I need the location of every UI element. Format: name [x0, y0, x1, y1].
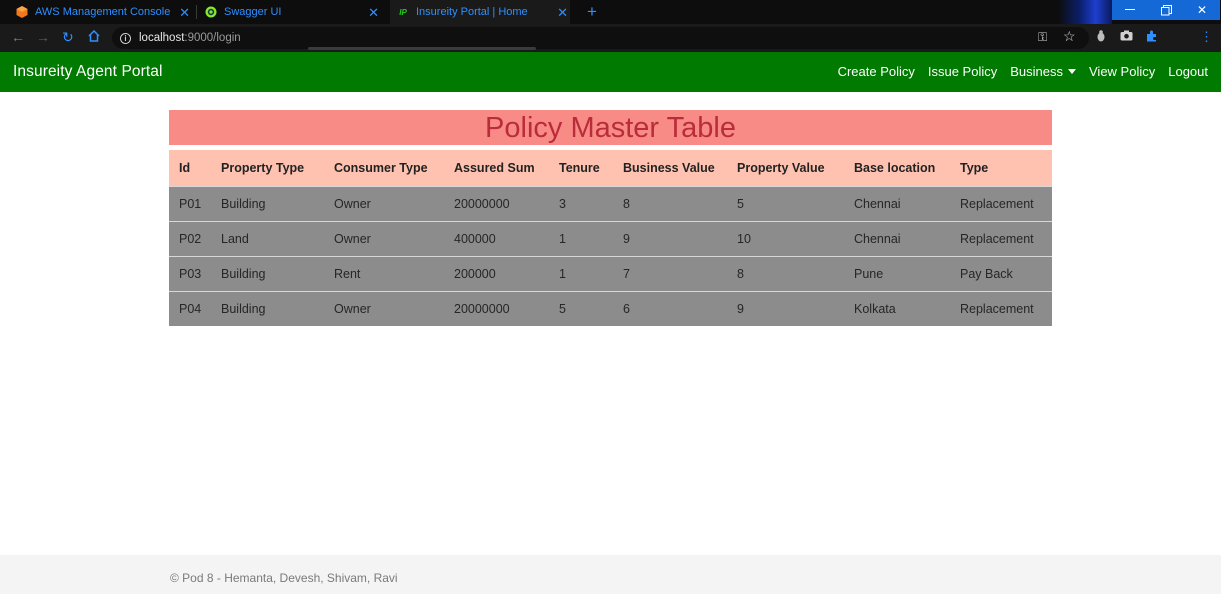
bookmark-star-icon[interactable]: ☆ [1063, 28, 1076, 45]
cell-assured-sum: 200000 [454, 266, 496, 281]
cell-tenure: 3 [559, 196, 566, 211]
close-tab-icon[interactable]: ✕ [179, 5, 190, 21]
cell-id: P01 [179, 196, 202, 211]
table-row: P04 Building Owner 20000000 5 6 9 Kolkat… [169, 291, 1052, 326]
cell-business-value: 9 [623, 231, 630, 246]
page-title: Policy Master Table [169, 110, 1052, 145]
brand-title[interactable]: Insureity Agent Portal [13, 63, 163, 81]
menu-kebab-icon[interactable]: ⋮ [1200, 29, 1213, 45]
nav-view-policy[interactable]: View Policy [1089, 64, 1155, 79]
new-tab-icon[interactable]: + [587, 2, 597, 22]
cell-consumer-type: Owner [334, 231, 371, 246]
cell-assured-sum: 20000000 [454, 196, 510, 211]
cell-property-value: 5 [737, 196, 744, 211]
browser-tab-strip: AWS Management Console ✕ Swagger UI ✕ IP… [0, 0, 1221, 24]
page-load-indicator [308, 47, 536, 50]
table-row: P02 Land Owner 400000 1 9 10 Chennai Rep… [169, 221, 1052, 256]
tab-title: Insureity Portal | Home [416, 6, 528, 18]
page-footer: © Pod 8 - Hemanta, Devesh, Shivam, Ravi [0, 555, 1221, 594]
cell-property-value: 10 [737, 231, 751, 246]
cell-type: Pay Back [960, 266, 1013, 281]
cell-property-value: 9 [737, 301, 744, 316]
nav-logout[interactable]: Logout [1168, 64, 1208, 79]
desktop-background [1058, 0, 1112, 24]
cell-assured-sum: 400000 [454, 231, 496, 246]
nav-business-dropdown[interactable]: Business [1010, 64, 1076, 79]
cell-id: P02 [179, 231, 202, 246]
extensions-puzzle-icon[interactable] [1146, 30, 1158, 45]
close-window-icon[interactable]: ✕ [1184, 0, 1220, 20]
column-header: Consumer Type [334, 160, 428, 175]
column-header: Business Value [623, 160, 715, 175]
cell-property-value: 8 [737, 266, 744, 281]
column-header: Property Type [221, 160, 305, 175]
browser-tab-insureity[interactable]: IP Insureity Portal | Home ✕ [390, 0, 570, 24]
browser-tab-swagger[interactable]: Swagger UI ✕ [205, 0, 379, 24]
column-header: Type [960, 160, 989, 175]
cell-property-type: Land [221, 231, 249, 246]
key-icon[interactable]: ⚿ [1038, 30, 1047, 45]
tab-title: AWS Management Console [35, 6, 171, 18]
cell-property-type: Building [221, 301, 266, 316]
tab-title: Swagger UI [224, 6, 282, 18]
cell-base-location: Chennai [854, 196, 901, 211]
cell-property-type: Building [221, 266, 266, 281]
cell-business-value: 7 [623, 266, 630, 281]
main-content: Policy Master Table Id Property Type Con… [169, 110, 1052, 326]
home-icon[interactable] [88, 29, 100, 45]
cell-tenure: 5 [559, 301, 566, 316]
policy-table: Id Property Type Consumer Type Assured S… [169, 150, 1052, 326]
cell-type: Replacement [960, 301, 1034, 316]
column-header: Assured Sum [454, 160, 535, 175]
cell-tenure: 1 [559, 231, 566, 246]
aws-cube-icon [16, 6, 28, 18]
cell-assured-sum: 20000000 [454, 301, 510, 316]
nav-links: Create Policy Issue Policy Business View… [825, 64, 1208, 79]
forward-arrow-icon[interactable]: → [36, 29, 50, 45]
close-tab-icon[interactable]: ✕ [368, 5, 379, 21]
column-header: Tenure [559, 160, 600, 175]
restore-icon[interactable] [1148, 0, 1184, 20]
table-row: P03 Building Rent 200000 1 7 8 Pune Pay … [169, 256, 1052, 291]
back-arrow-icon[interactable]: ← [11, 29, 25, 45]
cell-tenure: 1 [559, 266, 566, 281]
cell-consumer-type: Rent [334, 266, 361, 281]
nav-create-policy[interactable]: Create Policy [838, 64, 915, 79]
column-header: Property Value [737, 160, 825, 175]
url-text: localhost:9000/login [139, 32, 241, 44]
cell-type: Replacement [960, 196, 1034, 211]
close-tab-icon[interactable]: ✕ [557, 5, 568, 21]
dropdown-caret-icon [1068, 69, 1076, 74]
column-header: Id [179, 160, 191, 175]
site-info-icon[interactable]: i [120, 32, 131, 44]
cell-consumer-type: Owner [334, 301, 371, 316]
cell-base-location: Pune [854, 266, 884, 281]
app-navbar: Insureity Agent Portal Create Policy Iss… [0, 52, 1221, 92]
cell-base-location: Chennai [854, 231, 901, 246]
cell-business-value: 8 [623, 196, 630, 211]
reload-icon[interactable]: ↻ [62, 29, 74, 46]
minimize-icon[interactable] [1112, 0, 1148, 20]
nav-issue-policy[interactable]: Issue Policy [928, 64, 997, 79]
cell-id: P03 [179, 266, 202, 281]
cell-base-location: Kolkata [854, 301, 896, 316]
camera-icon[interactable] [1120, 30, 1133, 44]
cell-property-type: Building [221, 196, 266, 211]
ip-logo-icon: IP [399, 7, 407, 17]
extension-bug-icon[interactable] [1096, 30, 1106, 45]
cell-type: Replacement [960, 231, 1034, 246]
cell-business-value: 6 [623, 301, 630, 316]
browser-tab-aws[interactable]: AWS Management Console ✕ [16, 0, 190, 24]
swagger-icon [205, 6, 217, 18]
footer-credits: © Pod 8 - Hemanta, Devesh, Shivam, Ravi [170, 571, 398, 585]
browser-toolbar: ← → ↻ i localhost:9000/login ⚿ ☆ ⋮ [0, 24, 1221, 70]
table-header-row: Id Property Type Consumer Type Assured S… [169, 150, 1052, 186]
address-bar[interactable]: i localhost:9000/login [112, 27, 1089, 49]
column-header: Base location [854, 160, 936, 175]
cell-consumer-type: Owner [334, 196, 371, 211]
table-row: P01 Building Owner 20000000 3 8 5 Chenna… [169, 186, 1052, 221]
tab-divider [196, 5, 197, 19]
cell-id: P04 [179, 301, 202, 316]
